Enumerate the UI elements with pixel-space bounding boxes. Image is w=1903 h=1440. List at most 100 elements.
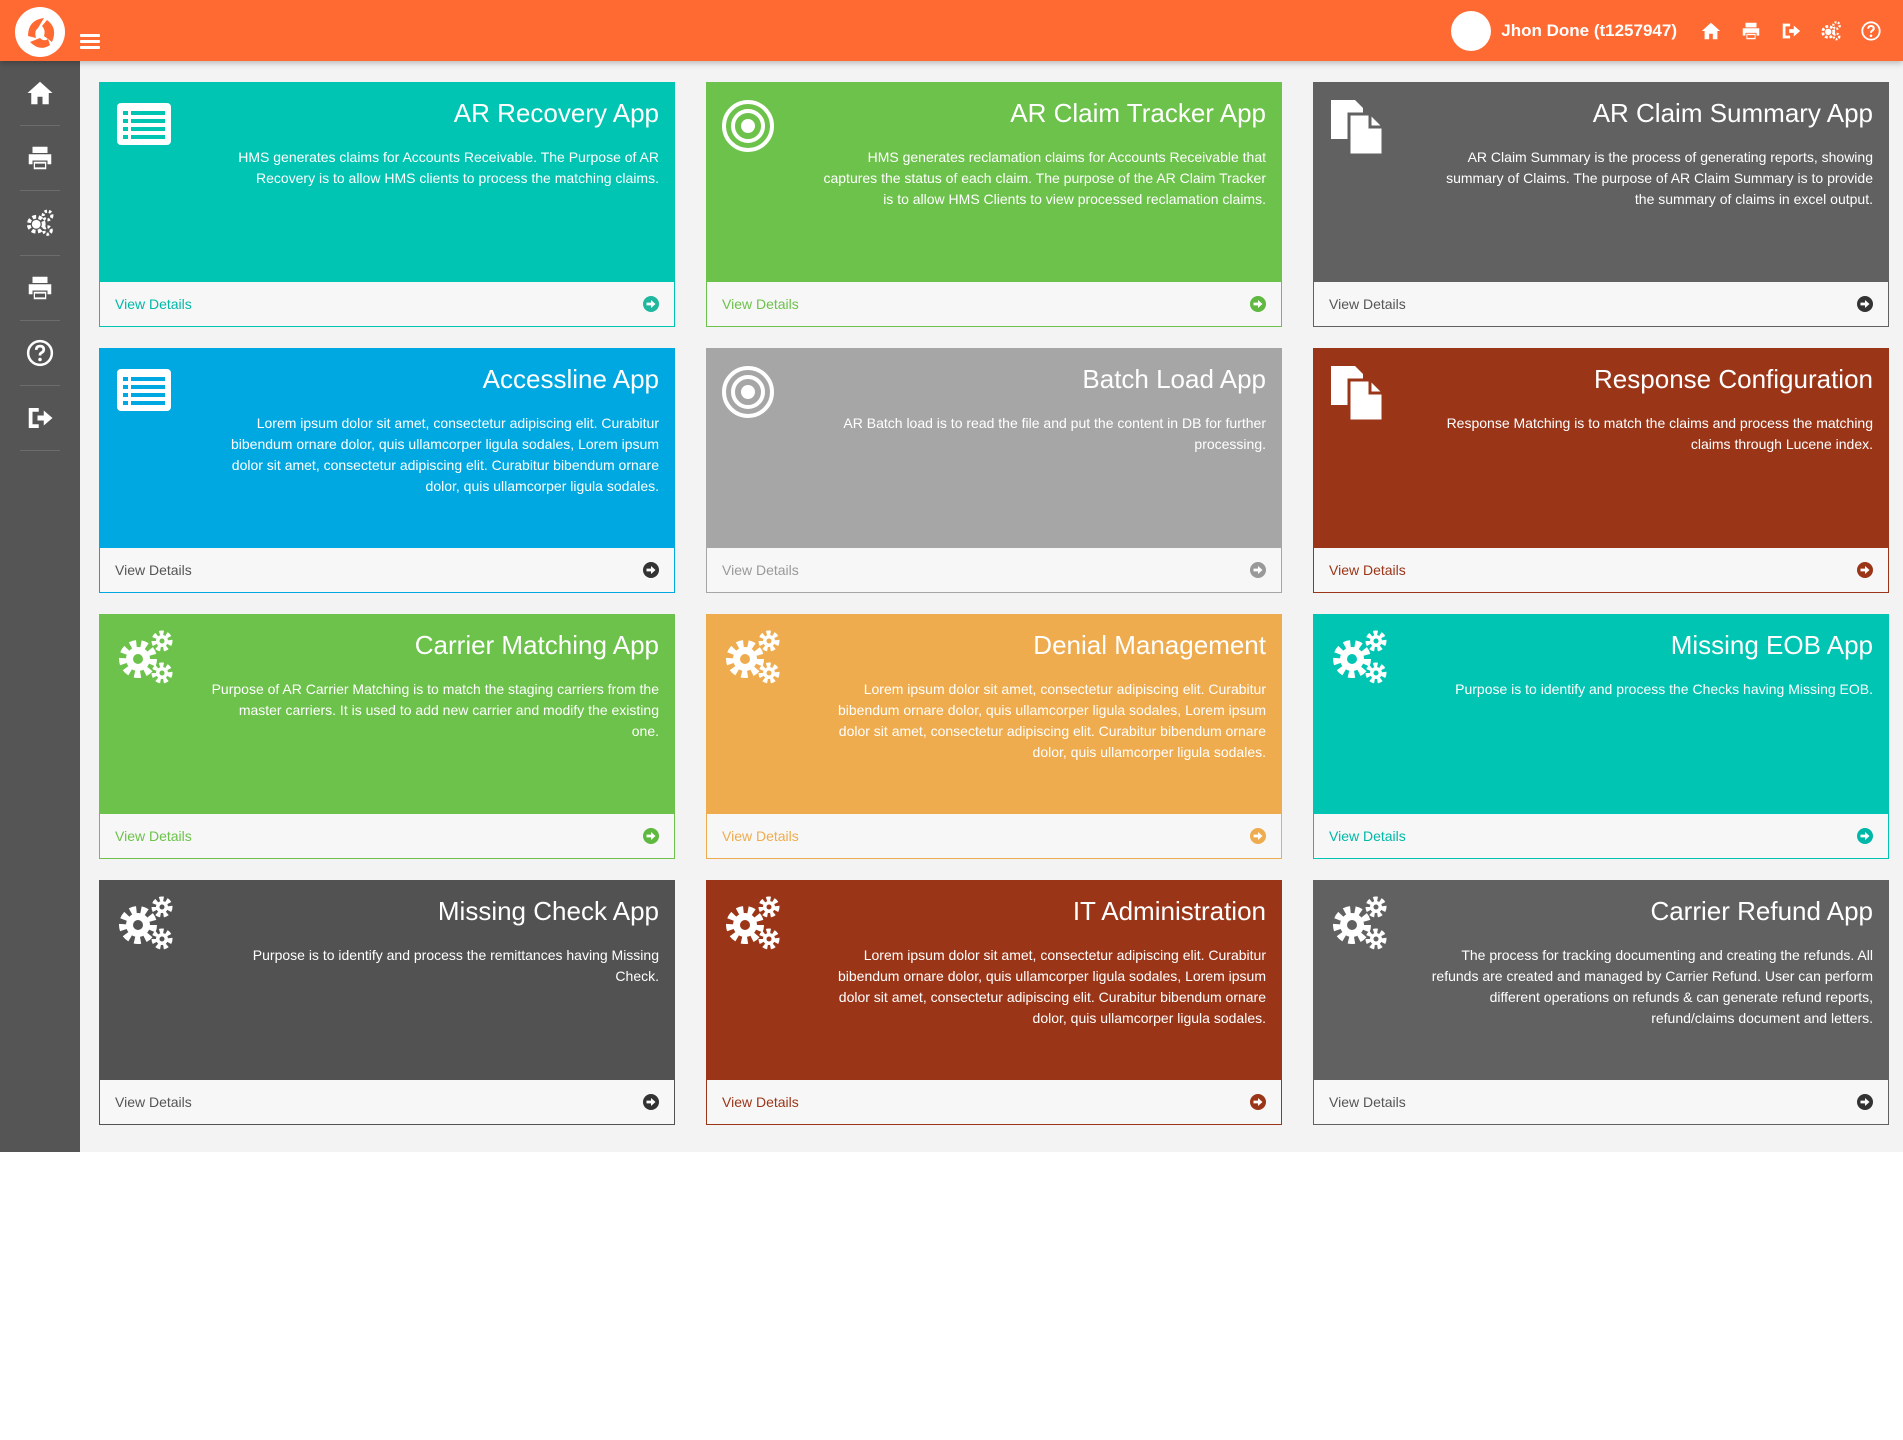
sidebar-item-help[interactable] bbox=[20, 321, 60, 386]
cogs-icon bbox=[1328, 895, 1390, 953]
card-description: Lorem ipsum dolor sit amet, consectetur … bbox=[230, 415, 659, 494]
card-title: AR Recovery App bbox=[453, 98, 659, 128]
sidebar bbox=[0, 61, 80, 1152]
view-details-link[interactable]: View Details bbox=[115, 1094, 192, 1110]
view-details-footer[interactable]: View Details bbox=[1314, 282, 1888, 326]
card-description: HMS generates claims for Accounts Receiv… bbox=[238, 149, 659, 186]
print-icon[interactable] bbox=[1731, 11, 1771, 51]
list-icon bbox=[114, 97, 176, 155]
arrow-circle-right-icon[interactable] bbox=[1856, 827, 1874, 845]
arrow-circle-right-icon[interactable] bbox=[1249, 295, 1267, 313]
card-header: IT Administration Lorem ipsum dolor sit … bbox=[707, 881, 1281, 1081]
view-details-footer[interactable]: View Details bbox=[1314, 814, 1888, 858]
cogs-icon[interactable] bbox=[1811, 11, 1851, 51]
cogs-icon bbox=[1328, 629, 1390, 687]
sidebar-item-home[interactable] bbox=[20, 61, 60, 126]
view-details-link[interactable]: View Details bbox=[1329, 1094, 1406, 1110]
arrow-circle-right-icon[interactable] bbox=[1856, 1093, 1874, 1111]
view-details-footer[interactable]: View Details bbox=[1314, 548, 1888, 592]
arrow-circle-right-icon[interactable] bbox=[1856, 561, 1874, 579]
card-description: Purpose is to identify and process the r… bbox=[252, 947, 659, 984]
sidebar-item-logout[interactable] bbox=[20, 386, 60, 451]
view-details-footer[interactable]: View Details bbox=[100, 282, 674, 326]
card-header: Response Configuration Response Matching… bbox=[1314, 349, 1888, 549]
sign-out-icon[interactable] bbox=[1771, 11, 1811, 51]
card-title: Batch Load App bbox=[1082, 364, 1266, 394]
card-title: Missing EOB App bbox=[1670, 630, 1873, 660]
view-details-footer[interactable]: View Details bbox=[100, 548, 674, 592]
view-details-footer[interactable]: View Details bbox=[707, 282, 1281, 326]
card-description: Purpose is to identify and process the C… bbox=[1455, 681, 1873, 697]
view-details-footer[interactable]: View Details bbox=[1314, 1080, 1888, 1124]
view-details-footer[interactable]: View Details bbox=[707, 814, 1281, 858]
app-card: Carrier Refund App The process for track… bbox=[1313, 880, 1889, 1125]
card-title: AR Claim Tracker App bbox=[1010, 98, 1266, 128]
user-area: Jhon Done (t1257947) bbox=[1451, 10, 1891, 52]
app-card: AR Recovery App HMS generates claims for… bbox=[99, 82, 675, 327]
sidebar-item-settings[interactable] bbox=[20, 191, 60, 256]
arrow-circle-right-icon[interactable] bbox=[642, 1093, 660, 1111]
help-icon bbox=[26, 339, 54, 367]
arrow-circle-right-icon[interactable] bbox=[642, 827, 660, 845]
card-description: AR Claim Summary is the process of gener… bbox=[1446, 149, 1873, 207]
cogs-icon bbox=[26, 209, 54, 236]
user-name[interactable]: Jhon Done (t1257947) bbox=[1501, 21, 1677, 41]
arrow-circle-right-icon[interactable] bbox=[1249, 561, 1267, 579]
list-icon bbox=[114, 363, 176, 421]
cogs-icon bbox=[114, 895, 176, 953]
target-icon bbox=[721, 363, 783, 421]
card-description: AR Batch load is to read the file and pu… bbox=[843, 415, 1266, 452]
card-title: Carrier Matching App bbox=[414, 630, 659, 660]
view-details-link[interactable]: View Details bbox=[115, 562, 192, 578]
view-details-link[interactable]: View Details bbox=[722, 1094, 799, 1110]
home-icon[interactable] bbox=[1691, 11, 1731, 51]
view-details-link[interactable]: View Details bbox=[722, 828, 799, 844]
card-title: Missing Check App bbox=[437, 896, 659, 926]
card-title: IT Administration bbox=[1072, 896, 1266, 926]
card-header: Denial Management Lorem ipsum dolor sit … bbox=[707, 615, 1281, 815]
card-title: Denial Management bbox=[1033, 630, 1266, 660]
app-card-grid: AR Recovery App HMS generates claims for… bbox=[99, 82, 1889, 1125]
view-details-footer[interactable]: View Details bbox=[707, 548, 1281, 592]
view-details-footer[interactable]: View Details bbox=[100, 814, 674, 858]
sign-out-icon bbox=[28, 408, 53, 428]
view-details-footer[interactable]: View Details bbox=[707, 1080, 1281, 1124]
card-header: Carrier Refund App The process for track… bbox=[1314, 881, 1888, 1081]
view-details-link[interactable]: View Details bbox=[1329, 296, 1406, 312]
menu-toggle-icon[interactable] bbox=[80, 34, 100, 50]
arrow-circle-right-icon[interactable] bbox=[642, 295, 660, 313]
arrow-circle-right-icon[interactable] bbox=[1856, 295, 1874, 313]
card-description: HMS generates reclamation claims for Acc… bbox=[823, 149, 1266, 207]
cogs-icon bbox=[721, 895, 783, 953]
card-header: Carrier Matching App Purpose of AR Carri… bbox=[100, 615, 674, 815]
print-icon bbox=[28, 146, 52, 170]
view-details-link[interactable]: View Details bbox=[115, 828, 192, 844]
sidebar-item-reports[interactable] bbox=[20, 256, 60, 321]
card-description: Purpose of AR Carrier Matching is to mat… bbox=[211, 681, 659, 739]
arrow-circle-right-icon[interactable] bbox=[1249, 827, 1267, 845]
app-card: Carrier Matching App Purpose of AR Carri… bbox=[99, 614, 675, 859]
print-icon bbox=[28, 276, 52, 300]
help-icon[interactable] bbox=[1851, 11, 1891, 51]
app-card: Denial Management Lorem ipsum dolor sit … bbox=[706, 614, 1282, 859]
app-card: Response Configuration Response Matching… bbox=[1313, 348, 1889, 593]
app-card: Missing Check App Purpose is to identify… bbox=[99, 880, 675, 1125]
view-details-footer[interactable]: View Details bbox=[100, 1080, 674, 1124]
files-icon bbox=[1328, 97, 1390, 157]
view-details-link[interactable]: View Details bbox=[722, 296, 799, 312]
app-logo[interactable] bbox=[14, 6, 66, 58]
card-description: Lorem ipsum dolor sit amet, consectetur … bbox=[837, 947, 1266, 1026]
card-header: AR Claim Summary App AR Claim Summary is… bbox=[1314, 83, 1888, 283]
card-header: Accessline App Lorem ipsum dolor sit ame… bbox=[100, 349, 674, 549]
arrow-circle-right-icon[interactable] bbox=[1249, 1093, 1267, 1111]
arrow-circle-right-icon[interactable] bbox=[642, 561, 660, 579]
app-card: Missing EOB App Purpose is to identify a… bbox=[1313, 614, 1889, 859]
sidebar-item-print[interactable] bbox=[20, 126, 60, 191]
avatar[interactable] bbox=[1451, 11, 1492, 51]
card-title: AR Claim Summary App bbox=[1592, 98, 1873, 128]
view-details-link[interactable]: View Details bbox=[115, 296, 192, 312]
view-details-link[interactable]: View Details bbox=[1329, 562, 1406, 578]
view-details-link[interactable]: View Details bbox=[722, 562, 799, 578]
view-details-link[interactable]: View Details bbox=[1329, 828, 1406, 844]
app-card: IT Administration Lorem ipsum dolor sit … bbox=[706, 880, 1282, 1125]
